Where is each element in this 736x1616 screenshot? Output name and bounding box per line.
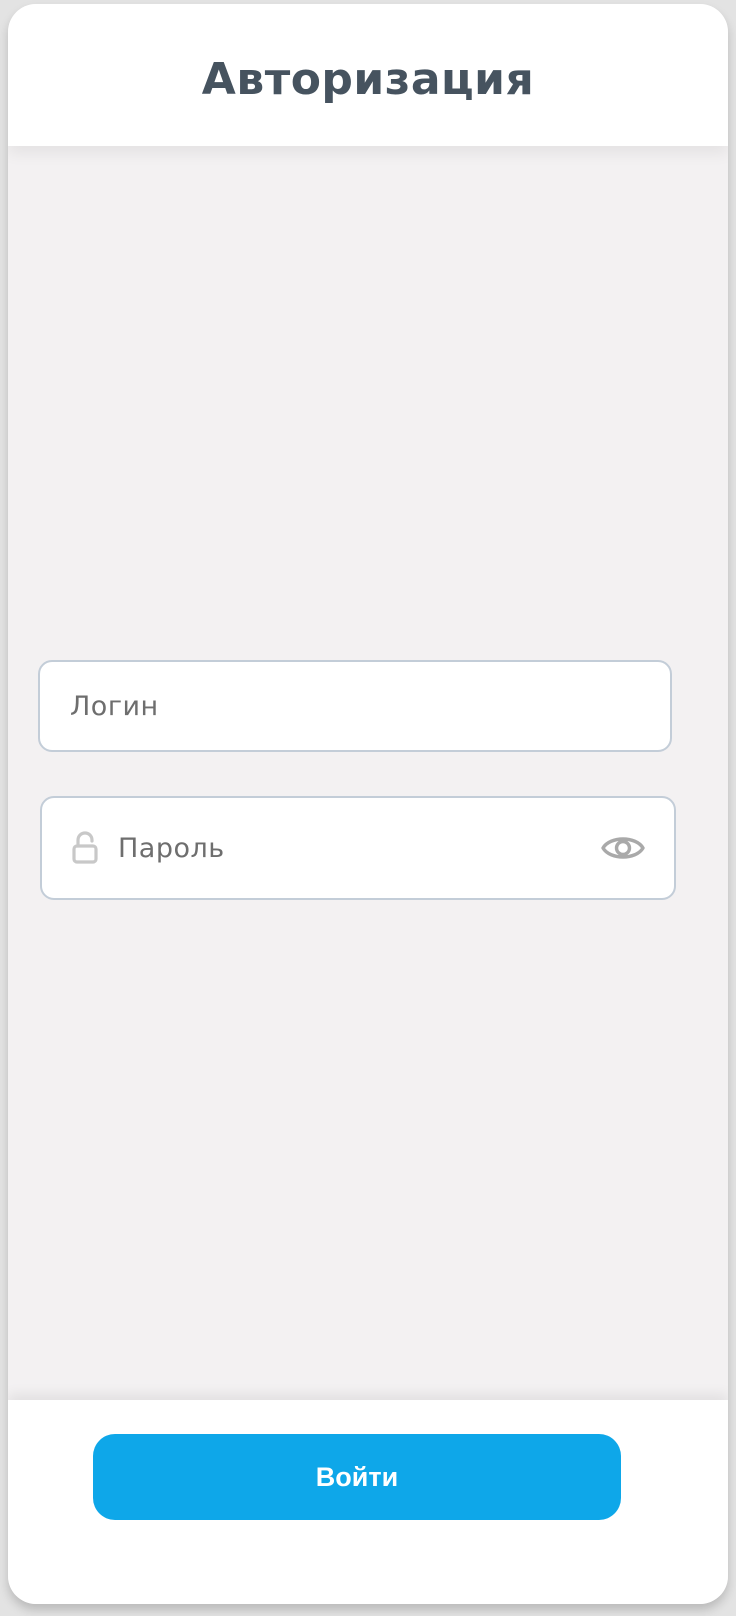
password-field-container bbox=[40, 796, 676, 900]
app-screen: Авторизация Войти bbox=[8, 4, 728, 1604]
page-title: Авторизация bbox=[201, 53, 535, 105]
login-button[interactable]: Войти bbox=[93, 1434, 621, 1520]
footer: Войти bbox=[8, 1400, 728, 1604]
lock-open-icon bbox=[70, 831, 100, 865]
header: Авторизация bbox=[8, 4, 728, 146]
password-input[interactable] bbox=[118, 798, 600, 898]
login-input[interactable] bbox=[70, 662, 670, 750]
eye-icon[interactable] bbox=[600, 830, 646, 866]
login-field-container bbox=[38, 660, 672, 752]
